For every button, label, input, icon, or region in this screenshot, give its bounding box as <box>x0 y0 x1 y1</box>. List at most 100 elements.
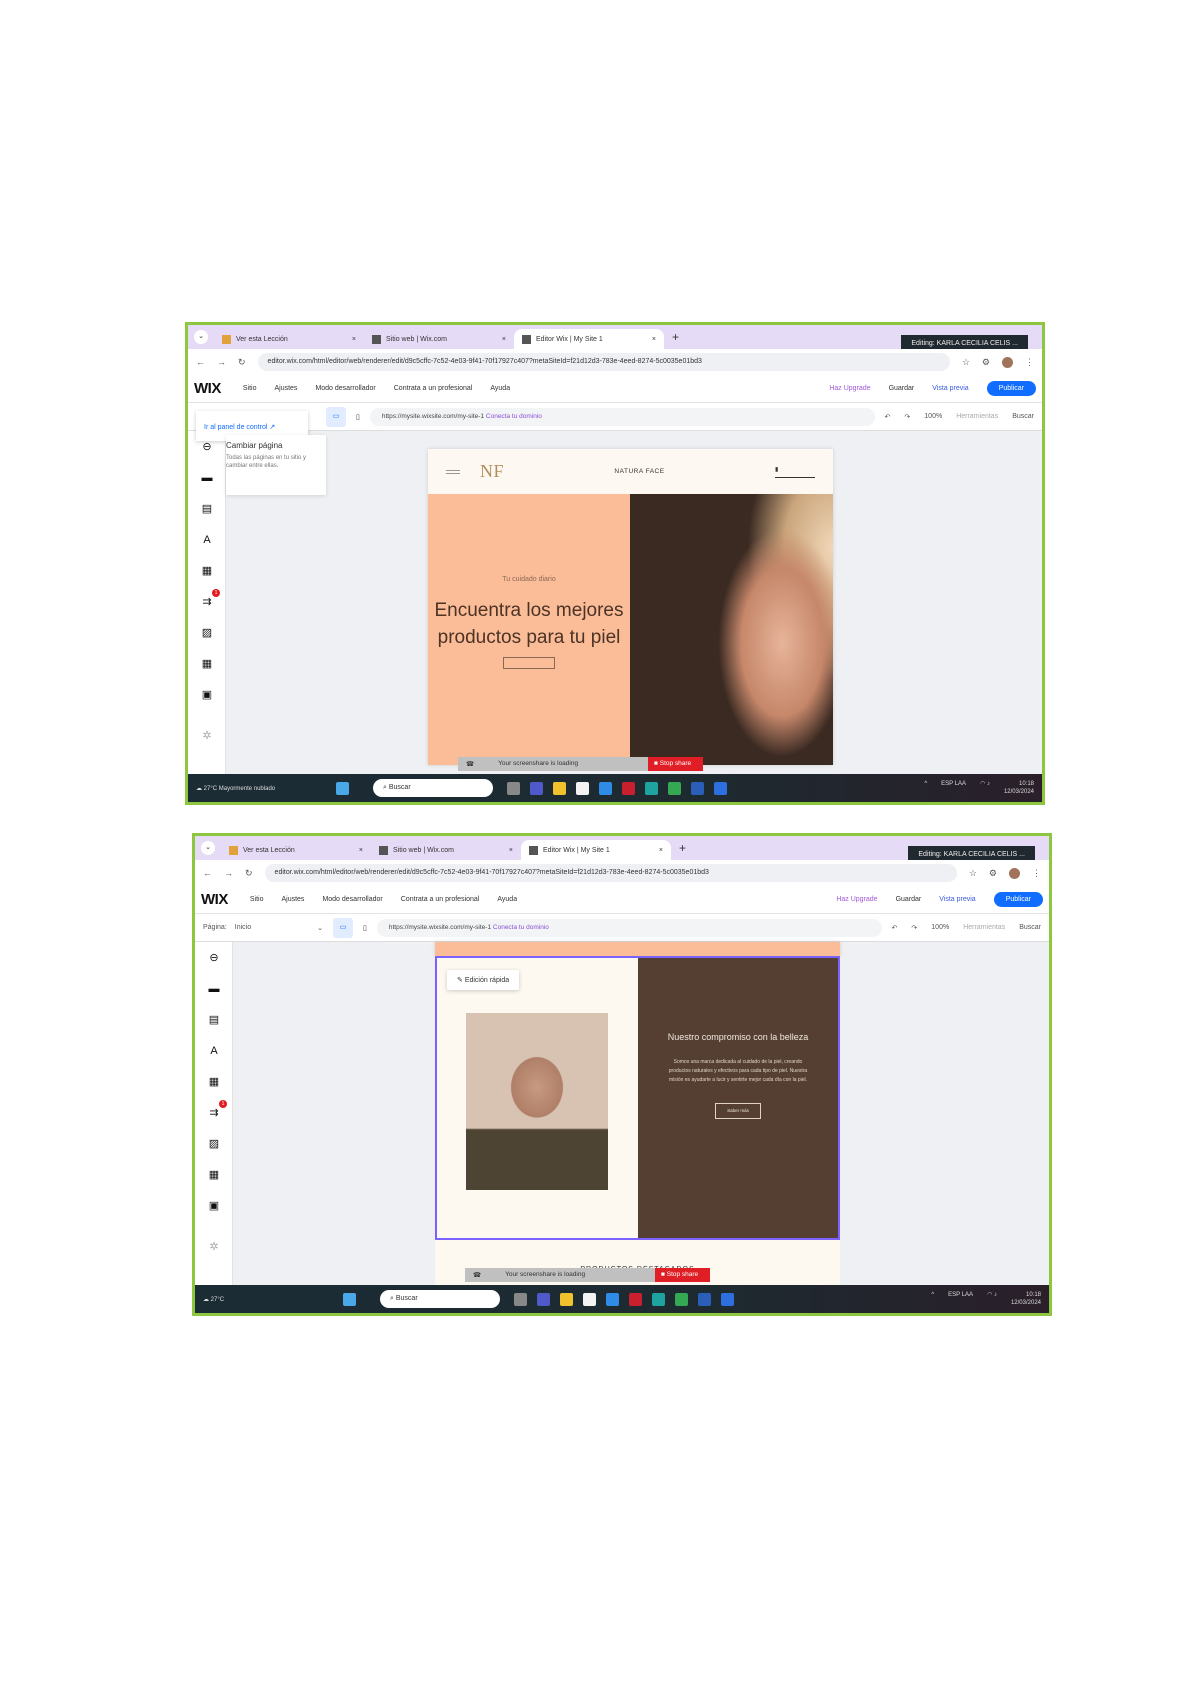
start-icon[interactable] <box>343 1292 356 1306</box>
menu-item[interactable]: Ajustes <box>274 385 297 392</box>
preview-button[interactable]: Vista previa <box>939 896 975 903</box>
extensions-icon[interactable]: ⚙ <box>982 357 990 368</box>
store-icon[interactable] <box>583 1292 596 1306</box>
mobile-view-icon[interactable]: ▯ <box>356 413 360 421</box>
close-tab-icon[interactable]: × <box>352 336 356 343</box>
more-icon[interactable]: ⋮ <box>1025 357 1034 368</box>
mobile-view-icon[interactable]: ▯ <box>363 924 367 932</box>
cart-icon[interactable]: ▮ <box>775 466 815 478</box>
site-url[interactable]: https://mysite.wixsite.com/my-site-1 Con… <box>376 918 882 937</box>
avatar[interactable] <box>1002 356 1013 368</box>
media-icon[interactable]: ▨ <box>188 617 226 648</box>
add-apps-icon[interactable]: ⇉ 1 <box>188 586 226 617</box>
save-button[interactable]: Guardar <box>889 385 915 392</box>
section-icon[interactable]: ▬ <box>195 973 233 1004</box>
language-indicator[interactable]: ESP LAA <box>948 1291 973 1307</box>
new-tab-button[interactable]: + <box>679 841 686 855</box>
browser-tab[interactable]: Ver esta Lección × <box>221 840 371 860</box>
menu-item[interactable]: Ayuda <box>497 896 517 903</box>
browser-tab[interactable]: Editor Wix | My Site 1 × <box>514 329 664 349</box>
back-icon[interactable]: ← <box>196 357 205 367</box>
add-apps-icon[interactable]: ⇉ 1 <box>195 1097 233 1128</box>
browser-tab[interactable]: Sitio web | Wix.com × <box>371 840 521 860</box>
extensions-icon[interactable]: ⚙ <box>989 868 997 879</box>
close-tab-icon[interactable]: × <box>509 847 513 854</box>
word-icon[interactable] <box>691 781 704 795</box>
publish-button[interactable]: Publicar <box>993 892 1043 907</box>
menu-item[interactable]: Modo desarrollador <box>322 896 382 903</box>
business-icon[interactable]: ▣ <box>188 679 226 710</box>
connect-domain-link[interactable]: Conecta tu dominio <box>486 413 542 420</box>
hero-button[interactable] <box>503 657 555 669</box>
site-logo[interactable]: NF <box>480 461 504 482</box>
clock[interactable]: 10:18 12/03/2024 <box>1011 1291 1041 1307</box>
section-icon[interactable]: ▬ <box>188 462 226 493</box>
close-tab-icon[interactable]: × <box>502 336 506 343</box>
tab-list-button[interactable]: ⌄ <box>201 841 215 855</box>
task-view-icon[interactable] <box>507 781 520 795</box>
url-input[interactable]: editor.wix.com/html/editor/web/renderer/… <box>257 353 950 371</box>
desktop-view-icon[interactable]: ▭ <box>333 917 353 938</box>
star-icon[interactable]: ☆ <box>969 868 977 879</box>
mcafee-icon[interactable] <box>622 781 635 795</box>
section-button[interactable]: Saber más <box>715 1103 761 1119</box>
clock[interactable]: 10:18 12/03/2024 <box>1004 780 1034 796</box>
business-icon[interactable]: ▣ <box>195 1190 233 1221</box>
upgrade-button[interactable]: Haz Upgrade <box>829 385 870 392</box>
preview-button[interactable]: Vista previa <box>932 385 968 392</box>
redo-icon[interactable]: ↷ <box>911 924 917 932</box>
menu-item[interactable]: Ajustes <box>281 896 304 903</box>
task-view-icon[interactable] <box>514 1292 527 1306</box>
taskbar-search[interactable]: ⌕ Buscar <box>373 779 493 797</box>
teams-icon[interactable] <box>530 781 543 795</box>
browser-tab[interactable]: Editor Wix | My Site 1 × <box>521 840 671 860</box>
minus-circle-icon[interactable]: ⊖ <box>195 942 233 973</box>
search-button[interactable]: Buscar <box>1019 924 1041 932</box>
edge-icon[interactable] <box>645 781 658 795</box>
quick-edit-button[interactable]: ✎ Edición rápida <box>447 970 520 990</box>
chrome-icon[interactable] <box>668 781 681 795</box>
url-input[interactable]: editor.wix.com/html/editor/web/renderer/… <box>264 864 957 882</box>
upgrade-button[interactable]: Haz Upgrade <box>836 896 877 903</box>
search-button[interactable]: Buscar <box>1012 413 1034 421</box>
reload-icon[interactable]: ↻ <box>245 868 253 879</box>
edge-dev-icon[interactable] <box>606 1292 619 1306</box>
undo-icon[interactable]: ↶ <box>892 924 898 932</box>
back-icon[interactable]: ← <box>203 868 212 878</box>
forward-icon[interactable]: → <box>224 868 233 878</box>
connect-domain-link[interactable]: Conecta tu dominio <box>493 924 549 931</box>
apps-icon[interactable]: ▦ <box>195 1066 233 1097</box>
zoom-control[interactable]: 100% <box>924 413 942 421</box>
wix-logo[interactable]: WIX <box>201 891 228 908</box>
app-icon[interactable] <box>714 781 727 795</box>
stop-share-button[interactable]: ■ Stop share <box>648 757 703 771</box>
ai-icon[interactable]: ✲ <box>195 1231 233 1262</box>
taskbar-search[interactable]: ⌕ Buscar <box>380 1290 500 1308</box>
table-icon[interactable]: ▦ <box>188 648 226 679</box>
menu-item[interactable]: Contrata a un profesional <box>401 896 480 903</box>
chevron-up-icon[interactable]: ^ <box>924 780 927 796</box>
app-icon[interactable] <box>721 1292 734 1306</box>
edge-icon[interactable] <box>652 1292 665 1306</box>
page-selector[interactable]: Página: Inicio ⌄ <box>203 924 323 932</box>
menu-item[interactable]: Contrata a un profesional <box>394 385 473 392</box>
table-icon[interactable]: ▦ <box>195 1159 233 1190</box>
weather-widget[interactable]: ☁ 27°C <box>203 1296 343 1303</box>
edge-dev-icon[interactable] <box>599 781 612 795</box>
language-indicator[interactable]: ESP LAA <box>941 780 966 796</box>
theme-icon[interactable]: A <box>188 524 226 555</box>
reload-icon[interactable]: ↻ <box>238 357 246 368</box>
close-tab-icon[interactable]: × <box>659 847 663 854</box>
site-preview[interactable]: NF NATURA FACE ▮ Tu cuidado diario Encuentr… <box>428 449 833 765</box>
store-icon[interactable] <box>576 781 589 795</box>
menu-item[interactable]: Sitio <box>250 896 264 903</box>
word-icon[interactable] <box>698 1292 711 1306</box>
wix-logo[interactable]: WIX <box>194 380 221 397</box>
menu-item[interactable]: Modo desarrollador <box>315 385 375 392</box>
menu-item[interactable]: Sitio <box>243 385 257 392</box>
undo-icon[interactable]: ↶ <box>885 413 891 421</box>
chrome-icon[interactable] <box>675 1292 688 1306</box>
mcafee-icon[interactable] <box>629 1292 642 1306</box>
star-icon[interactable]: ☆ <box>962 357 970 368</box>
theme-icon[interactable]: A <box>195 1035 233 1066</box>
